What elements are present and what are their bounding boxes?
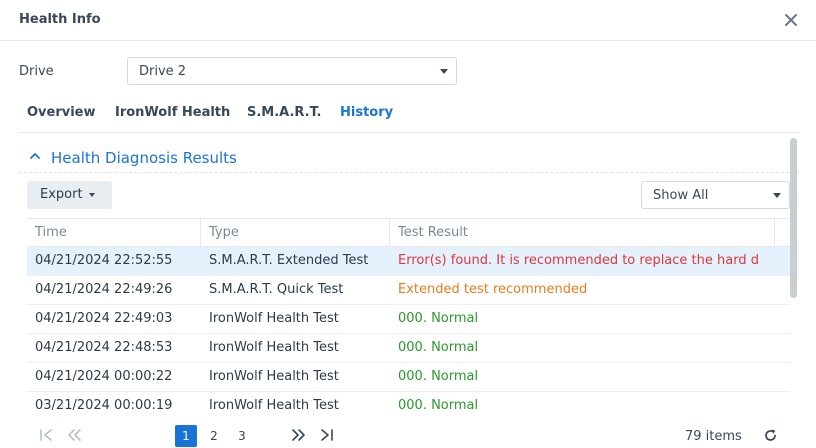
cell-time: 04/21/2024 22:49:03 [35, 311, 173, 326]
table-row[interactable]: 04/21/2024 22:49:03 IronWolf Health Test 0… [27, 305, 790, 334]
export-button[interactable]: Export [27, 181, 112, 209]
table-row[interactable]: 04/21/2024 00:00:22 IronWolf Health Test 0… [27, 363, 790, 392]
cell-time: 03/21/2024 00:00:19 [35, 398, 173, 413]
vertical-scrollbar[interactable] [790, 138, 797, 298]
chevron-down-icon [773, 193, 781, 198]
column-header-type[interactable]: Type [201, 219, 390, 247]
last-page-icon[interactable] [318, 428, 336, 446]
refresh-icon[interactable] [763, 428, 778, 443]
page-button-1[interactable]: 1 [175, 425, 197, 447]
cell-test-result: Error(s) found. It is recommended to rep… [398, 253, 759, 268]
results-table: Time Type Test Result 04/21/2024 22:52:5… [27, 218, 790, 420]
cell-type: IronWolf Health Test [209, 369, 339, 384]
filter-select-value: Show All [653, 188, 709, 203]
next-page-icon[interactable] [290, 428, 308, 446]
tab-ironwolf-health[interactable]: IronWolf Health [115, 105, 230, 120]
table-row[interactable]: 03/21/2024 00:00:19 IronWolf Health Test 0… [27, 392, 790, 420]
cell-time: 04/21/2024 22:49:26 [35, 282, 173, 297]
window-title: Health Info [19, 12, 101, 27]
tab-smart[interactable]: S.M.A.R.T. [247, 105, 321, 120]
drive-select[interactable]: Drive 2 [127, 57, 457, 85]
cell-type: IronWolf Health Test [209, 398, 339, 413]
drive-select-value: Drive 2 [139, 64, 187, 79]
cell-time: 04/21/2024 22:48:53 [35, 340, 173, 355]
cell-type: S.M.A.R.T. Quick Test [209, 282, 344, 297]
export-button-label: Export [40, 187, 83, 202]
cell-test-result: 000. Normal [398, 340, 479, 355]
close-icon[interactable] [782, 11, 800, 29]
filter-select[interactable]: Show All [641, 181, 790, 209]
chevron-up-icon[interactable] [29, 150, 41, 162]
first-page-icon[interactable] [38, 428, 56, 446]
cell-test-result: 000. Normal [398, 398, 479, 413]
cell-time: 04/21/2024 00:00:22 [35, 369, 173, 384]
cell-test-result: 000. Normal [398, 369, 479, 384]
cell-type: S.M.A.R.T. Extended Test [209, 253, 369, 268]
page-button-3[interactable]: 3 [231, 425, 253, 447]
table-row[interactable]: 04/21/2024 22:48:53 IronWolf Health Test 0… [27, 334, 790, 363]
table-header: Time Type Test Result [27, 219, 790, 247]
title-bar: Health Info [0, 0, 816, 41]
column-header-test-result[interactable]: Test Result [390, 219, 775, 247]
table-row[interactable]: 04/21/2024 22:52:55 S.M.A.R.T. Extended T… [27, 247, 790, 276]
tab-history[interactable]: History [340, 105, 393, 120]
cell-time: 04/21/2024 22:52:55 [35, 253, 173, 268]
cell-test-result: 000. Normal [398, 311, 479, 326]
cell-test-result: Extended test recommended [398, 282, 588, 297]
tab-overview[interactable]: Overview [27, 105, 96, 120]
cell-type: IronWolf Health Test [209, 311, 339, 326]
table-row[interactable]: 04/21/2024 22:49:26 S.M.A.R.T. Quick Test… [27, 276, 790, 305]
cell-type: IronWolf Health Test [209, 340, 339, 355]
previous-page-icon[interactable] [65, 428, 83, 446]
page-button-2[interactable]: 2 [203, 425, 225, 447]
items-count: 79 items [685, 429, 742, 444]
chevron-down-icon [440, 69, 448, 74]
chevron-down-icon [89, 193, 95, 197]
section-title: Health Diagnosis Results [51, 149, 237, 167]
drive-label: Drive [19, 64, 54, 79]
health-diagnosis-section-header[interactable]: Health Diagnosis Results [19, 143, 799, 173]
pagination-bar: 1 2 3 79 items [0, 423, 816, 448]
column-header-time[interactable]: Time [27, 219, 201, 247]
tab-bar: Overview IronWolf Health S.M.A.R.T. Hist… [19, 99, 799, 133]
